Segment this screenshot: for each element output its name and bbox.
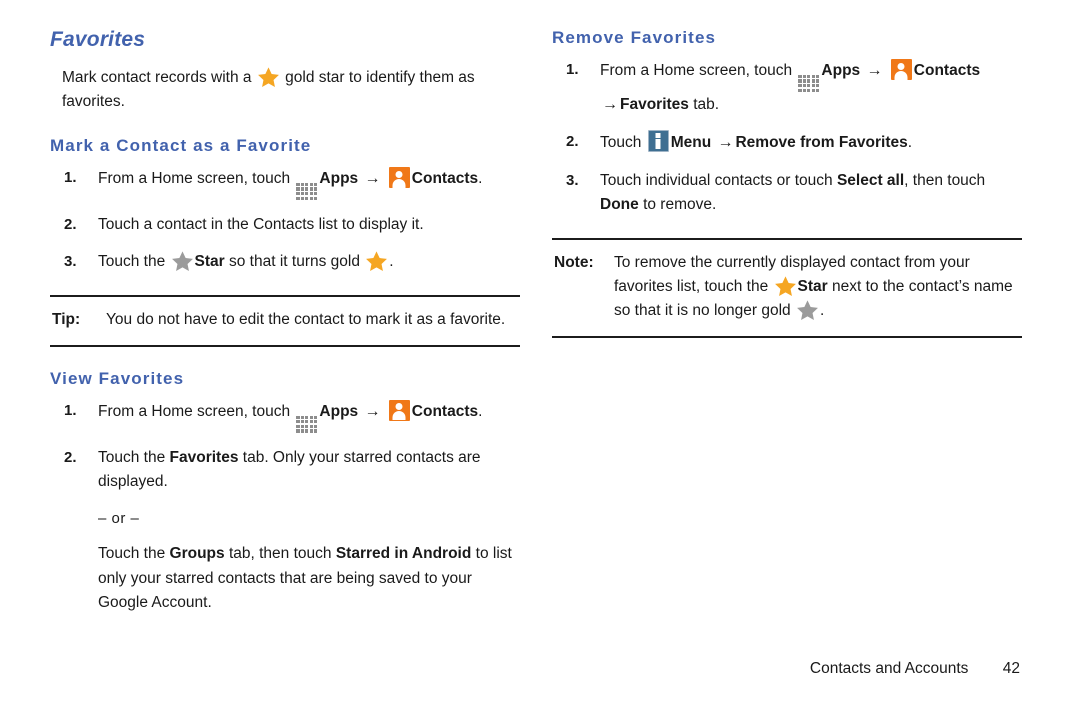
note-callout: Note: To remove the currently displayed … (552, 237, 1022, 338)
heading-view-favorites: View Favorites (50, 368, 185, 388)
note-label: Note: (554, 253, 594, 271)
page-title: Favorites (50, 28, 146, 51)
list-item: 1. From a Home screen, touch Apps → Cont… (50, 166, 520, 200)
step-text: Touch the (98, 448, 166, 466)
alt-text-b: tab, then touch (228, 545, 332, 563)
apps-grid-icon (296, 415, 318, 433)
step-text: From a Home screen, touch (98, 402, 291, 420)
star-label: Star (797, 277, 828, 295)
favorites-tab-label: Favorites (169, 448, 239, 466)
step-text-end: . (389, 253, 394, 271)
or-divider: – or – (98, 509, 140, 527)
menu-overflow-icon (647, 130, 669, 153)
step-text-end: tab. (693, 95, 720, 113)
tip-callout-body: Tip: You do not have to edit the contact… (50, 308, 518, 332)
gold-star-icon (774, 276, 796, 296)
arrow-icon: → (866, 62, 883, 79)
list-item: 1. From a Home screen, touch Apps → Cont… (50, 399, 520, 433)
gray-star-icon (797, 300, 818, 320)
apps-label: Apps (319, 402, 359, 420)
contacts-app-icon (388, 399, 410, 421)
list-item: 2. Touch a contact in the Contacts list … (50, 213, 520, 237)
contacts-app-icon (890, 59, 912, 80)
list-item: 1. From a Home screen, touch Apps → Cont… (552, 58, 1022, 117)
apps-grid-icon (798, 74, 820, 92)
list-item: 3. Touch the Star so that it turns gold … (50, 250, 520, 274)
steps-remove-favorites: 1. From a Home screen, touch Apps → Cont… (552, 58, 1022, 218)
step-number: 2. (64, 448, 77, 466)
list-item: 2. Touch the Favorites tab. Only your st… (50, 446, 520, 616)
menu-label: Menu (670, 134, 712, 152)
contacts-label: Contacts (411, 170, 479, 188)
steps-view-favorites: 1. From a Home screen, touch Apps → Cont… (50, 399, 520, 616)
gold-star-icon (366, 251, 388, 272)
step-text: Touch a contact in the Contacts list to … (98, 215, 424, 233)
note-callout-body: Note: To remove the currently displayed … (552, 251, 1020, 323)
step-text: From a Home screen, touch (98, 170, 291, 188)
step-number: 2. (64, 215, 77, 233)
list-item: 3. Touch individual contacts or touch Se… (552, 169, 1022, 218)
remove-from-favorites-label: Remove from Favorites (735, 134, 908, 152)
favorites-tab-label: Favorites (620, 95, 689, 113)
arrow-icon: → (717, 134, 734, 152)
step-text-end: . (478, 170, 483, 188)
starred-in-android-label: Starred in Android (335, 545, 472, 563)
intro-paragraph: Mark contact records with a gold star to… (50, 66, 520, 114)
tip-text: You do not have to edit the contact to m… (106, 310, 506, 328)
footer-chapter-title: Contacts and Accounts (809, 660, 969, 677)
gold-star-icon (257, 67, 279, 87)
right-column: Remove Favorites 1. From a Home screen, … (552, 28, 1022, 338)
arrow-icon: → (364, 170, 381, 188)
select-all-label: Select all (836, 171, 905, 189)
apps-label: Apps (319, 170, 359, 188)
page-footer: Contacts and Accounts 42 (810, 660, 1020, 678)
footer-page-number: 42 (1002, 660, 1020, 677)
note-text-end: . (819, 301, 825, 319)
contacts-app-icon (388, 167, 410, 189)
step-number: 3. (566, 171, 579, 189)
step-text: Touch individual contacts or touch (600, 171, 833, 189)
tip-callout: Tip: You do not have to edit the contact… (50, 294, 520, 347)
step-text: Touch (600, 134, 642, 152)
step-number: 1. (566, 61, 579, 78)
step-text: From a Home screen, touch (600, 62, 793, 79)
groups-tab-label: Groups (169, 545, 225, 563)
left-column: Favorites Mark contact records with a go… (50, 28, 520, 629)
arrow-icon: → (602, 95, 618, 113)
steps-mark-contact: 1. From a Home screen, touch Apps → Cont… (50, 166, 520, 275)
tip-label: Tip: (52, 310, 81, 328)
contacts-label: Contacts (913, 62, 981, 79)
apps-grid-icon (296, 182, 318, 200)
done-label: Done (600, 196, 639, 214)
step-text-end: to remove. (643, 196, 717, 214)
step-text: Touch the (98, 253, 166, 271)
list-item: 2. Touch Menu → Remove from Favorites. (552, 130, 1022, 155)
gray-star-icon (171, 251, 193, 272)
intro-text-before: Mark contact records with a (62, 69, 252, 86)
star-label: Star (194, 253, 225, 271)
step-number: 2. (566, 133, 579, 151)
step-text-mid: , then touch (904, 171, 986, 189)
contacts-label: Contacts (411, 402, 479, 420)
step-text-mid: so that it turns gold (229, 253, 360, 271)
step-text-end: . (907, 134, 913, 152)
step-text-end: . (478, 402, 483, 420)
document-page: Favorites Mark contact records with a go… (0, 0, 1080, 720)
heading-mark-contact-as-favorite: Mark a Contact as a Favorite (50, 136, 312, 156)
step-number: 1. (64, 401, 77, 419)
heading-remove-favorites: Remove Favorites (552, 28, 717, 47)
alt-text-a: Touch the (98, 545, 166, 563)
arrow-icon: → (364, 402, 381, 420)
step-number: 3. (64, 253, 77, 271)
step-number: 1. (64, 169, 77, 187)
alternate-instruction: Touch the Groups tab, then touch Starred… (98, 542, 520, 615)
apps-label: Apps (821, 62, 861, 79)
